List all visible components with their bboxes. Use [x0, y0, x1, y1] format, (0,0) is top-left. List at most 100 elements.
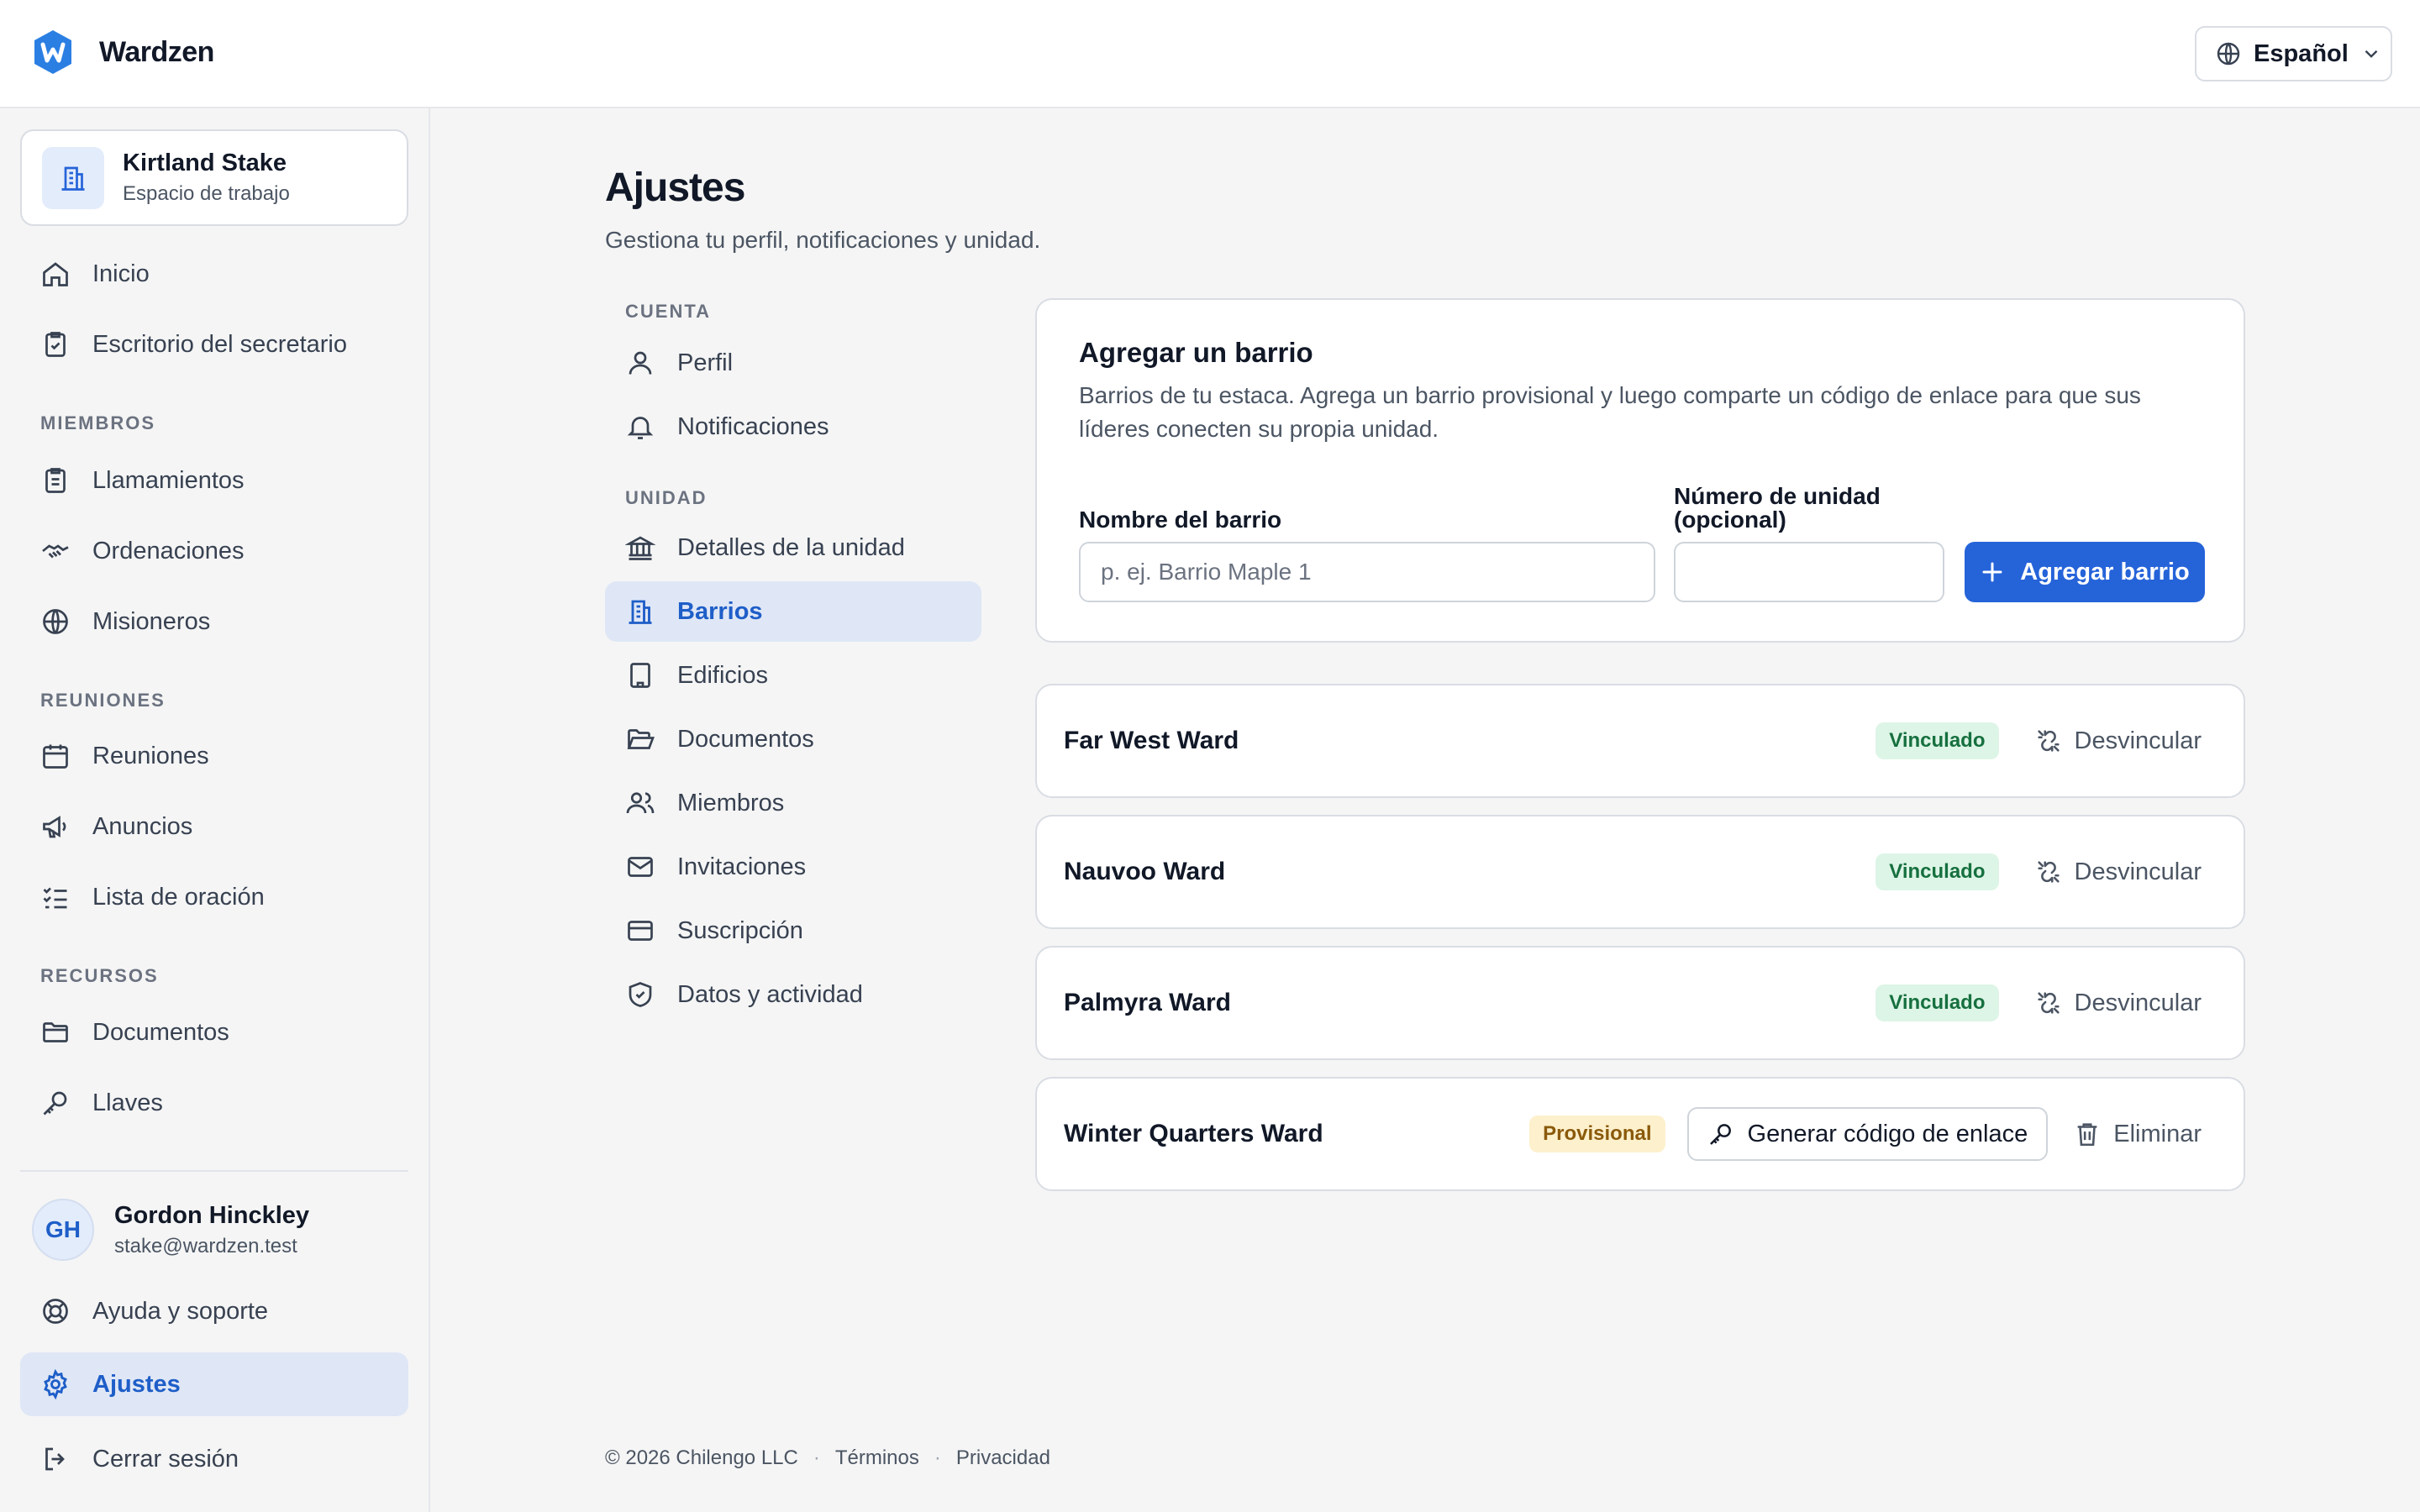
gear-icon [40, 1369, 71, 1399]
settings-nav-label: Perfil [677, 349, 734, 376]
settings-nav-datos[interactable]: Datos y actividad [605, 964, 981, 1025]
language-label: Español [2254, 39, 2349, 67]
footer: © 2026 Chilengo LLC · Términos · Privaci… [605, 1446, 1050, 1470]
delete-button-label: Eliminar [2113, 1120, 2202, 1147]
sidebar-item-ayuda[interactable]: Ayuda y soporte [20, 1279, 408, 1343]
section-label-unidad: UNIDAD [625, 487, 708, 508]
sidebar-item-escritorio[interactable]: Escritorio del secretario [20, 312, 408, 376]
sidebar-item-label: Documentos [92, 1018, 229, 1046]
credit-card-icon [625, 916, 655, 946]
unit-number-input[interactable] [1674, 542, 1944, 602]
calendar-icon [40, 741, 71, 771]
page-subtitle: Gestiona tu perfil, notificaciones y uni… [605, 227, 1041, 253]
status-badge: Provisional [1529, 1116, 1665, 1152]
unlink-button-label: Desvincular [2074, 858, 2202, 885]
sidebar-item-llamamientos[interactable]: Llamamientos [20, 449, 408, 512]
sidebar-item-label: Escritorio del secretario [92, 330, 347, 358]
buildings-icon [42, 146, 104, 209]
list-checks-icon [40, 882, 71, 912]
delete-button[interactable]: Eliminar [2073, 1120, 2202, 1148]
unlink-button[interactable]: Desvincular [2034, 858, 2202, 886]
user-icon [625, 348, 655, 378]
settings-nav-barrios[interactable]: Barrios [605, 581, 981, 642]
sidebar-item-label: Llaves [92, 1089, 163, 1116]
settings-nav-documentos[interactable]: Documentos [605, 709, 981, 769]
brand[interactable]: Wardzen [32, 29, 214, 76]
sidebar-item-label: Ayuda y soporte [92, 1297, 269, 1325]
sidebar-item-lista-oracion[interactable]: Lista de oración [20, 865, 408, 929]
bell-icon [625, 412, 655, 442]
settings-nav-label: Datos y actividad [677, 980, 863, 1008]
generate-link-code-button[interactable]: Generar código de enlace [1686, 1107, 2049, 1161]
sidebar-item-documentos[interactable]: Documentos [20, 1000, 408, 1064]
sidebar-item-inicio[interactable]: Inicio [20, 242, 408, 306]
lifebuoy-icon [40, 1296, 71, 1326]
language-select[interactable]: Español [2195, 26, 2392, 81]
ward-card: Far West Ward Vinculado Desvincular [1035, 684, 2245, 798]
page-title: Ajustes [605, 165, 745, 210]
globe-icon [2215, 40, 2242, 67]
unlink-button-label: Desvincular [2074, 727, 2202, 754]
status-badge: Vinculado [1876, 853, 1999, 890]
sidebar-item-reuniones[interactable]: Reuniones [20, 724, 408, 788]
sidebar-item-label: Ajustes [92, 1370, 181, 1398]
status-badge: Vinculado [1876, 722, 1999, 759]
ward-name-input[interactable] [1079, 542, 1655, 602]
ward-row: Winter Quarters Ward Provisional Generar… [1037, 1079, 2244, 1189]
settings-nav-suscripcion[interactable]: Suscripción [605, 900, 981, 961]
settings-nav-miembros[interactable]: Miembros [605, 773, 981, 833]
users-icon [625, 788, 655, 818]
sidebar-item-label: Llamamientos [92, 466, 245, 494]
home-icon [40, 259, 71, 289]
add-ward-card: Agregar un barrio Barrios de tu estaca. … [1035, 298, 2245, 643]
settings-nav-notificaciones[interactable]: Notificaciones [605, 396, 981, 457]
settings-nav-label: Documentos [677, 725, 814, 753]
settings-nav-perfil[interactable]: Perfil [605, 333, 981, 393]
app-name: Wardzen [99, 35, 214, 68]
ward-row: Nauvoo Ward Vinculado Desvincular [1037, 816, 2244, 927]
sidebar-item-ordenaciones[interactable]: Ordenaciones [20, 519, 408, 583]
ward-name: Palmyra Ward [1064, 989, 1231, 1016]
unlink-button[interactable]: Desvincular [2034, 989, 2202, 1017]
workspace-name: Kirtland Stake [123, 150, 287, 176]
sidebar-item-misioneros[interactable]: Misioneros [20, 590, 408, 654]
unit-number-label: Número de unidad (opcional) [1674, 485, 1881, 532]
add-ward-title: Agregar un barrio [1079, 337, 1313, 368]
sidebar-item-cerrar-sesion[interactable]: Cerrar sesión [20, 1427, 408, 1491]
settings-nav-detalles[interactable]: Detalles de la unidad [605, 517, 981, 578]
sidebar-item-label: Ordenaciones [92, 537, 245, 564]
user-email: stake@wardzen.test [114, 1234, 297, 1257]
unlink-button[interactable]: Desvincular [2034, 727, 2202, 755]
sidebar: Kirtland Stake Espacio de trabajo Inicio… [0, 108, 430, 1512]
ward-card: Nauvoo Ward Vinculado Desvincular [1035, 815, 2245, 929]
settings-nav-label: Detalles de la unidad [677, 533, 905, 561]
unlink-icon [2034, 989, 2063, 1017]
building-icon [625, 660, 655, 690]
unit-number-label-line1: Número de unidad [1674, 483, 1881, 509]
settings-nav-label: Notificaciones [677, 412, 829, 440]
sidebar-item-llaves[interactable]: Llaves [20, 1071, 408, 1135]
landmark-icon [625, 533, 655, 563]
section-label-reuniones: REUNIONES [40, 690, 166, 711]
privacy-link[interactable]: Privacidad [956, 1446, 1050, 1470]
user-profile[interactable]: GH Gordon Hinckley stake@wardzen.test [32, 1199, 309, 1261]
settings-nav-label: Barrios [677, 597, 763, 625]
ward-row: Palmyra Ward Vinculado Desvincular [1037, 948, 2244, 1058]
terms-link[interactable]: Términos [835, 1446, 919, 1470]
avatar: GH [32, 1199, 94, 1261]
ward-card: Palmyra Ward Vinculado Desvincular [1035, 946, 2245, 1060]
workspace-switcher[interactable]: Kirtland Stake Espacio de trabajo [20, 129, 408, 226]
add-ward-description: Barrios de tu estaca. Agrega un barrio p… [1079, 382, 2141, 442]
ward-name: Far West Ward [1064, 727, 1239, 754]
settings-nav-invitaciones[interactable]: Invitaciones [605, 837, 981, 897]
mail-icon [625, 852, 655, 882]
sidebar-item-ajustes[interactable]: Ajustes [20, 1352, 408, 1416]
settings-nav-edificios[interactable]: Edificios [605, 645, 981, 706]
add-ward-button[interactable]: Agregar barrio [1965, 542, 2205, 602]
footer-separator: · [934, 1446, 941, 1469]
sidebar-item-anuncios[interactable]: Anuncios [20, 795, 408, 858]
sidebar-item-label: Reuniones [92, 742, 209, 769]
section-label-miembros: MIEMBROS [40, 412, 155, 433]
footer-separator: · [813, 1446, 820, 1469]
copyright: © 2026 Chilengo LLC [605, 1446, 798, 1469]
